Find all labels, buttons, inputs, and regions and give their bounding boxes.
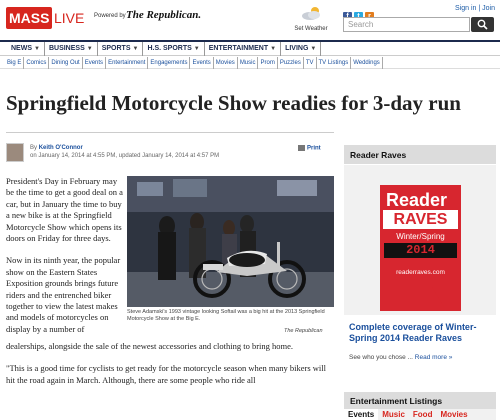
- speech-bubble-tail: [432, 287, 444, 307]
- nav-item-label: NEWS: [11, 45, 32, 52]
- chevron-down-icon: ▼: [310, 46, 317, 52]
- chevron-down-icon: ▼: [270, 46, 277, 52]
- ad-year-text: 2014: [384, 243, 457, 258]
- subnav-item[interactable]: Dining Out: [49, 57, 83, 69]
- photo-caption: Steve Adamski's 1993 vintage looking Sof…: [127, 309, 325, 322]
- author-link[interactable]: Keith O'Connor: [39, 145, 83, 151]
- printer-icon: [298, 145, 305, 151]
- article-paragraph: Now in its ninth year, the popular show …: [6, 255, 121, 334]
- photo-credit: The Republican: [284, 328, 323, 334]
- listings-tabs: Events Music Food Movies: [344, 409, 496, 420]
- subnav-item[interactable]: Puzzles: [278, 57, 304, 69]
- logo-live-text: LIVE: [54, 10, 85, 26]
- search-icon: [477, 19, 488, 30]
- chevron-down-icon: ▼: [132, 46, 139, 52]
- chevron-down-icon: ▼: [193, 46, 200, 52]
- ad-site-text: readerraves.com: [396, 269, 445, 276]
- nav-item-sports[interactable]: SPORTS ▼: [98, 42, 144, 56]
- nav-item-label: SPORTS: [101, 45, 131, 52]
- set-weather-label: Set Weather: [294, 26, 328, 32]
- chevron-down-icon: ▼: [34, 46, 40, 52]
- motorcycle-show-photo: [127, 176, 334, 307]
- reader-raves-ad[interactable]: Reader RAVES Winter/Spring 2014 readerra…: [380, 185, 461, 311]
- subnav-item[interactable]: TV: [304, 57, 317, 69]
- nav-item-label: LIVING: [285, 45, 309, 52]
- reader-raves-more: See who you chose ... Read more »: [349, 354, 452, 361]
- subnav-item[interactable]: Entertainment: [106, 57, 149, 69]
- reader-raves-panel: Reader RAVES Winter/Spring 2014 readerra…: [344, 165, 496, 315]
- masslive-logo[interactable]: MASS LIVE: [6, 7, 86, 29]
- secondary-nav: Big E Comics Dining Out Events Entertainment…: [0, 57, 500, 69]
- primary-nav: NEWS ▼ BUSINESS ▼ SPORTS ▼ H.S. SPORTS ▼ ENTERTA…: [0, 40, 500, 56]
- subnav-item[interactable]: Music: [238, 57, 259, 69]
- nav-item-business[interactable]: BUSINESS ▼: [45, 42, 98, 56]
- article-body-text: dealerships, alongside the sale of the n…: [6, 341, 334, 397]
- see-who-text: See who you chose ...: [349, 354, 413, 361]
- nav-item-label: ENTERTAINMENT: [208, 45, 269, 52]
- print-label: Print: [307, 145, 321, 152]
- article-paragraph: "This is a good time for cyclists to get…: [6, 363, 327, 385]
- listings-tab-movies[interactable]: Movies: [436, 409, 471, 420]
- subnav-item[interactable]: Events: [190, 57, 214, 69]
- ad-season-text: Winter/Spring: [396, 232, 445, 241]
- weather-widget[interactable]: Set Weather: [286, 3, 336, 35]
- nav-item-entertainment[interactable]: ENTERTAINMENT ▼: [205, 42, 282, 56]
- reader-raves-coverage-link[interactable]: Complete coverage of Winter-Spring 2014 …: [349, 322, 495, 344]
- nav-item-living[interactable]: LIVING ▼: [281, 42, 322, 56]
- author-avatar: [6, 143, 24, 162]
- nav-item-news[interactable]: NEWS ▼: [7, 42, 45, 56]
- article-dateline: on January 14, 2014 at 4:55 PM, updated …: [30, 153, 220, 159]
- listings-tab-food[interactable]: Food: [409, 409, 437, 420]
- article-lead-text: President's Day in February may be the t…: [6, 176, 123, 346]
- listings-tab-events[interactable]: Events: [344, 409, 379, 420]
- cloud-sun-icon: [302, 7, 320, 20]
- read-more-link[interactable]: Read more »: [415, 354, 453, 361]
- powered-by-label: Powered by: [94, 13, 126, 19]
- ad-reader-text: Reader: [386, 190, 448, 210]
- subnav-item[interactable]: Comics: [24, 57, 50, 69]
- entertainment-listings-header: Entertainment Listings: [344, 392, 496, 409]
- nav-item-h-s-sports[interactable]: H.S. SPORTS ▼: [143, 42, 205, 56]
- sign-in-join-link[interactable]: Sign in | Join: [455, 5, 495, 12]
- subnav-item[interactable]: Big E: [5, 57, 25, 69]
- headline-divider: [6, 132, 334, 133]
- subnav-item[interactable]: Engagements: [148, 57, 191, 69]
- search-input[interactable]: Search: [343, 17, 470, 32]
- site-header: MASS LIVE Powered by The Republican. Set…: [0, 0, 500, 38]
- subnav-item[interactable]: Prom: [258, 57, 278, 69]
- byline: By Keith O'Connor: [30, 145, 83, 151]
- article-photo[interactable]: [127, 176, 334, 307]
- reader-raves-header: Reader Raves: [344, 145, 496, 164]
- print-button[interactable]: Print: [298, 145, 321, 152]
- nav-item-label: H.S. SPORTS: [147, 45, 192, 52]
- nav-item-label: BUSINESS: [48, 45, 85, 52]
- listings-tab-music[interactable]: Music: [378, 409, 409, 420]
- article-paragraph: President's Day in February may be the t…: [6, 176, 123, 244]
- article-paragraph: dealerships, alongside the sale of the n…: [6, 341, 294, 351]
- subnav-item[interactable]: Events: [83, 57, 107, 69]
- social-links: ftr: [343, 5, 376, 21]
- the-republican-logo[interactable]: The Republican.: [126, 9, 201, 21]
- subnav-item[interactable]: Movies: [214, 57, 238, 69]
- chevron-down-icon: ▼: [86, 46, 93, 52]
- ad-raves-text: RAVES: [383, 210, 458, 229]
- logo-mass-text: MASS: [6, 7, 52, 29]
- article-headline: Springfield Motorcycle Show readies for …: [6, 91, 461, 115]
- search-button[interactable]: [471, 17, 494, 32]
- subnav-item[interactable]: TV Listings: [317, 57, 352, 69]
- byline-prefix: By: [30, 145, 38, 151]
- subnav-item[interactable]: Weddings: [351, 57, 383, 69]
